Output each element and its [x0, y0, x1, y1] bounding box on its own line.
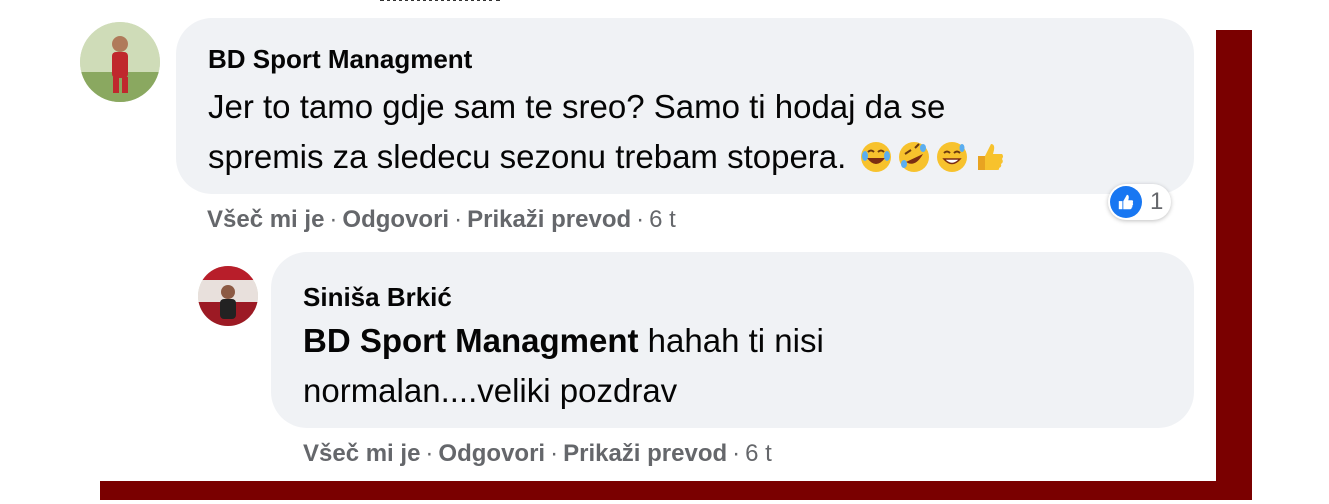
- comment-author[interactable]: Siniša Brkić: [303, 282, 452, 313]
- frame-border-right: [1216, 30, 1252, 500]
- avatar[interactable]: [198, 266, 258, 326]
- separator: ·: [732, 440, 741, 467]
- frame-border-bottom: [100, 481, 1252, 500]
- comment-author[interactable]: BD Sport Managment: [208, 44, 472, 75]
- comment-timestamp[interactable]: 6 t: [649, 206, 676, 233]
- tears-of-joy-emoji: [859, 138, 893, 172]
- comment-text-line: normalan....veliki pozdrav: [303, 372, 678, 409]
- separator: ·: [636, 206, 645, 233]
- comment-bubble: Siniša Brkić BD Sport Managment hahah ti…: [271, 252, 1194, 428]
- comment-text-line: Jer to tamo gdje sam te sreo? Samo ti ho…: [208, 88, 946, 125]
- avatar[interactable]: [80, 22, 160, 102]
- avatar-photo-icon: [80, 22, 160, 102]
- clipped-previous-content: [380, 0, 550, 6]
- reaction-count: 1: [1150, 188, 1164, 215]
- reply-link[interactable]: Odgovori: [342, 206, 449, 233]
- comment-text-line-content: spremis za sledecu sezonu trebam stopera…: [208, 138, 847, 175]
- comment-text-line: spremis za sledecu sezonu trebam stopera…: [208, 132, 1007, 182]
- comment-bubble: BD Sport Managment Jer to tamo gdje sam …: [176, 18, 1194, 194]
- see-translation-link[interactable]: Prikaži prevod: [563, 440, 727, 467]
- rolling-laughing-emoji: [897, 138, 931, 172]
- like-link[interactable]: Všeč mi je: [207, 206, 324, 233]
- comment-text: BD Sport Managment hahah ti nisi normala…: [303, 316, 824, 416]
- mention-link[interactable]: BD Sport Managment: [303, 322, 639, 359]
- separator: ·: [550, 440, 559, 467]
- like-link[interactable]: Všeč mi je: [303, 440, 420, 467]
- comment-text-line: BD Sport Managment hahah ti nisi: [303, 316, 824, 366]
- separator: ·: [454, 206, 463, 233]
- comment-text: Jer to tamo gdje sam te sreo? Samo ti ho…: [208, 82, 1007, 182]
- separator: ·: [329, 206, 338, 233]
- reply-link[interactable]: Odgovori: [438, 440, 545, 467]
- thumbs-up-emoji: [973, 138, 1007, 172]
- grinning-sweat-emoji: [935, 138, 969, 172]
- comment-actions: Všeč mi je · Odgovori · Prikaži prevod · 6 t: [207, 206, 676, 234]
- reaction-summary[interactable]: 1: [1108, 184, 1172, 220]
- comment-text-line-content: hahah ti nisi: [638, 322, 824, 359]
- like-reaction-icon: [1110, 186, 1142, 218]
- avatar-photo-icon: [198, 266, 258, 326]
- see-translation-link[interactable]: Prikaži prevod: [467, 206, 631, 233]
- separator: ·: [425, 440, 434, 467]
- comment-actions: Všeč mi je · Odgovori · Prikaži prevod · 6 t: [303, 440, 772, 468]
- comment-timestamp[interactable]: 6 t: [745, 440, 772, 467]
